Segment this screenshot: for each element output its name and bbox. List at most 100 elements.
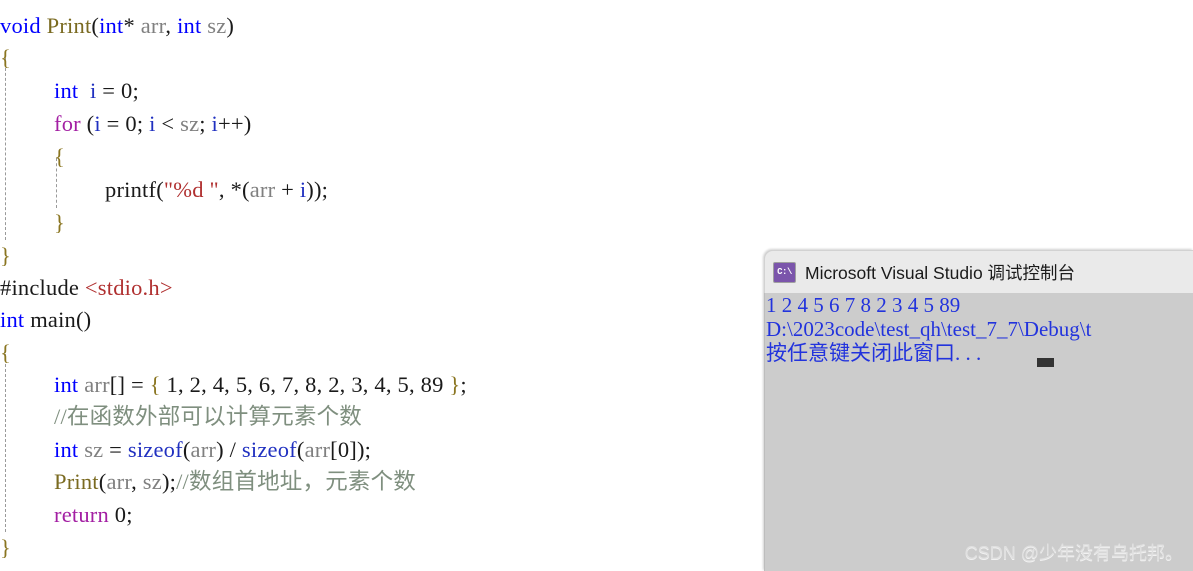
code-token: 0: [337, 437, 350, 462]
console-output-area[interactable]: 1 2 4 5 6 7 8 2 3 4 5 89 D:\2023code\test…: [764, 293, 1193, 571]
code-token: );: [161, 469, 177, 494]
code-token: {: [54, 144, 65, 169]
code-token: ;: [136, 111, 150, 136]
code-token: (: [91, 13, 100, 38]
code-token: (: [80, 111, 95, 136]
code-token: [] =: [109, 372, 150, 397]
code-line: }: [0, 240, 11, 272]
code-token: 0: [125, 111, 137, 136]
code-token: (: [156, 177, 164, 202]
code-token: (): [75, 307, 92, 332]
console-line: 1 2 4 5 6 7 8 2 3 4 5 89: [766, 293, 961, 317]
code-token: main: [30, 307, 76, 332]
console-app-icon: C:\: [773, 261, 796, 283]
code-token: int: [54, 437, 79, 462]
code-line: {: [54, 141, 65, 173]
code-line: printf("%d ", *(arr + i));: [105, 174, 328, 206]
code-token: {: [149, 372, 167, 397]
code-token: sizeof: [241, 437, 297, 462]
code-token: ));: [306, 177, 329, 202]
code-line: //在函数外部可以计算元素个数: [54, 401, 362, 433]
code-token: 0: [121, 78, 133, 103]
console-line: 按任意键关闭此窗口. . .: [766, 341, 982, 365]
code-token: ,: [165, 13, 178, 38]
code-token: arr: [84, 372, 110, 397]
code-token: [: [330, 437, 338, 462]
code-line: void Print(int* arr, int sz): [0, 10, 234, 42]
indent-guide: [5, 58, 6, 240]
code-token: =: [103, 437, 128, 462]
code-token: "%d ": [163, 177, 219, 202]
code-token: int: [99, 13, 124, 38]
code-line: int main(): [0, 304, 91, 336]
console-line: D:\2023code\test_qh\test_7_7\Debug\t: [766, 317, 1092, 341]
code-token: ;: [126, 502, 133, 527]
code-token: sz: [142, 469, 162, 494]
code-token: Print: [54, 469, 99, 494]
code-line: }: [54, 207, 65, 239]
code-line: {: [0, 337, 11, 369]
code-line: return 0;: [54, 499, 133, 531]
code-line: int arr[] = { 1, 2, 4, 5, 6, 7, 8, 2, 3,…: [54, 369, 467, 401]
code-line: {: [0, 42, 11, 74]
code-token: //数组首地址，元素个数: [176, 469, 417, 494]
code-token: +: [275, 177, 300, 202]
code-token: int: [54, 372, 79, 397]
code-token: for: [54, 111, 81, 136]
code-token: ++): [218, 111, 252, 136]
code-token: =: [100, 111, 126, 136]
console-cursor: [1037, 358, 1054, 367]
code-token: ;: [460, 372, 467, 397]
code-token: arr: [106, 469, 132, 494]
code-token: void: [0, 13, 41, 38]
code-token: ): [226, 13, 235, 38]
code-token: ;: [132, 78, 139, 103]
code-token: *: [123, 13, 135, 38]
code-token: 0: [114, 502, 127, 527]
code-token: /: [223, 437, 242, 462]
code-line: Print(arr, sz);//数组首地址，元素个数: [54, 466, 416, 498]
code-token: {: [0, 340, 11, 365]
code-token: #include: [0, 275, 80, 300]
code-token: arr: [249, 177, 276, 202]
code-token: }: [0, 243, 11, 268]
code-token: int: [0, 307, 25, 332]
code-token: *(: [230, 177, 250, 202]
code-token: <stdio.h>: [84, 275, 173, 300]
code-token: sizeof: [127, 437, 183, 462]
code-token: int: [177, 13, 202, 38]
code-line: #include <stdio.h>: [0, 272, 173, 304]
code-token: Print: [46, 13, 92, 38]
indent-guide: [5, 354, 6, 532]
code-token: sz: [207, 13, 227, 38]
code-token: ): [216, 437, 224, 462]
code-token: }: [0, 535, 11, 560]
code-line: for (i = 0; i < sz; i++): [54, 108, 251, 140]
code-token: {: [0, 45, 11, 70]
code-token: (: [182, 437, 191, 462]
code-token: sz: [84, 437, 104, 462]
code-token: }: [443, 372, 461, 397]
code-token: =: [96, 78, 122, 103]
console-titlebar[interactable]: C:\ Microsoft Visual Studio 调试控制台: [764, 250, 1193, 293]
code-line: int i = 0;: [54, 75, 139, 107]
code-token: ;: [199, 111, 212, 136]
code-token: ,: [218, 177, 231, 202]
code-token: ]);: [349, 437, 372, 462]
code-token: sz: [180, 111, 200, 136]
code-token: arr: [140, 13, 166, 38]
csdn-watermark: CSDN @少年没有乌托邦。: [964, 543, 1183, 563]
code-token: }: [54, 210, 65, 235]
code-token: <: [155, 111, 181, 136]
console-title-text: Microsoft Visual Studio 调试控制台: [805, 262, 1076, 283]
code-line: }: [0, 532, 11, 564]
code-token: 1, 2, 4, 5, 6, 7, 8, 2, 3, 4, 5, 89: [166, 372, 444, 397]
code-line: int sz = sizeof(arr) / sizeof(arr[0]);: [54, 434, 371, 466]
code-token: ,: [131, 469, 143, 494]
console-window[interactable]: C:\ Microsoft Visual Studio 调试控制台 1 2 4 …: [764, 250, 1193, 571]
code-token: (: [296, 437, 305, 462]
code-token: //在函数外部可以计算元素个数: [54, 404, 363, 429]
code-token: return: [54, 502, 109, 527]
code-token: arr: [304, 437, 331, 462]
